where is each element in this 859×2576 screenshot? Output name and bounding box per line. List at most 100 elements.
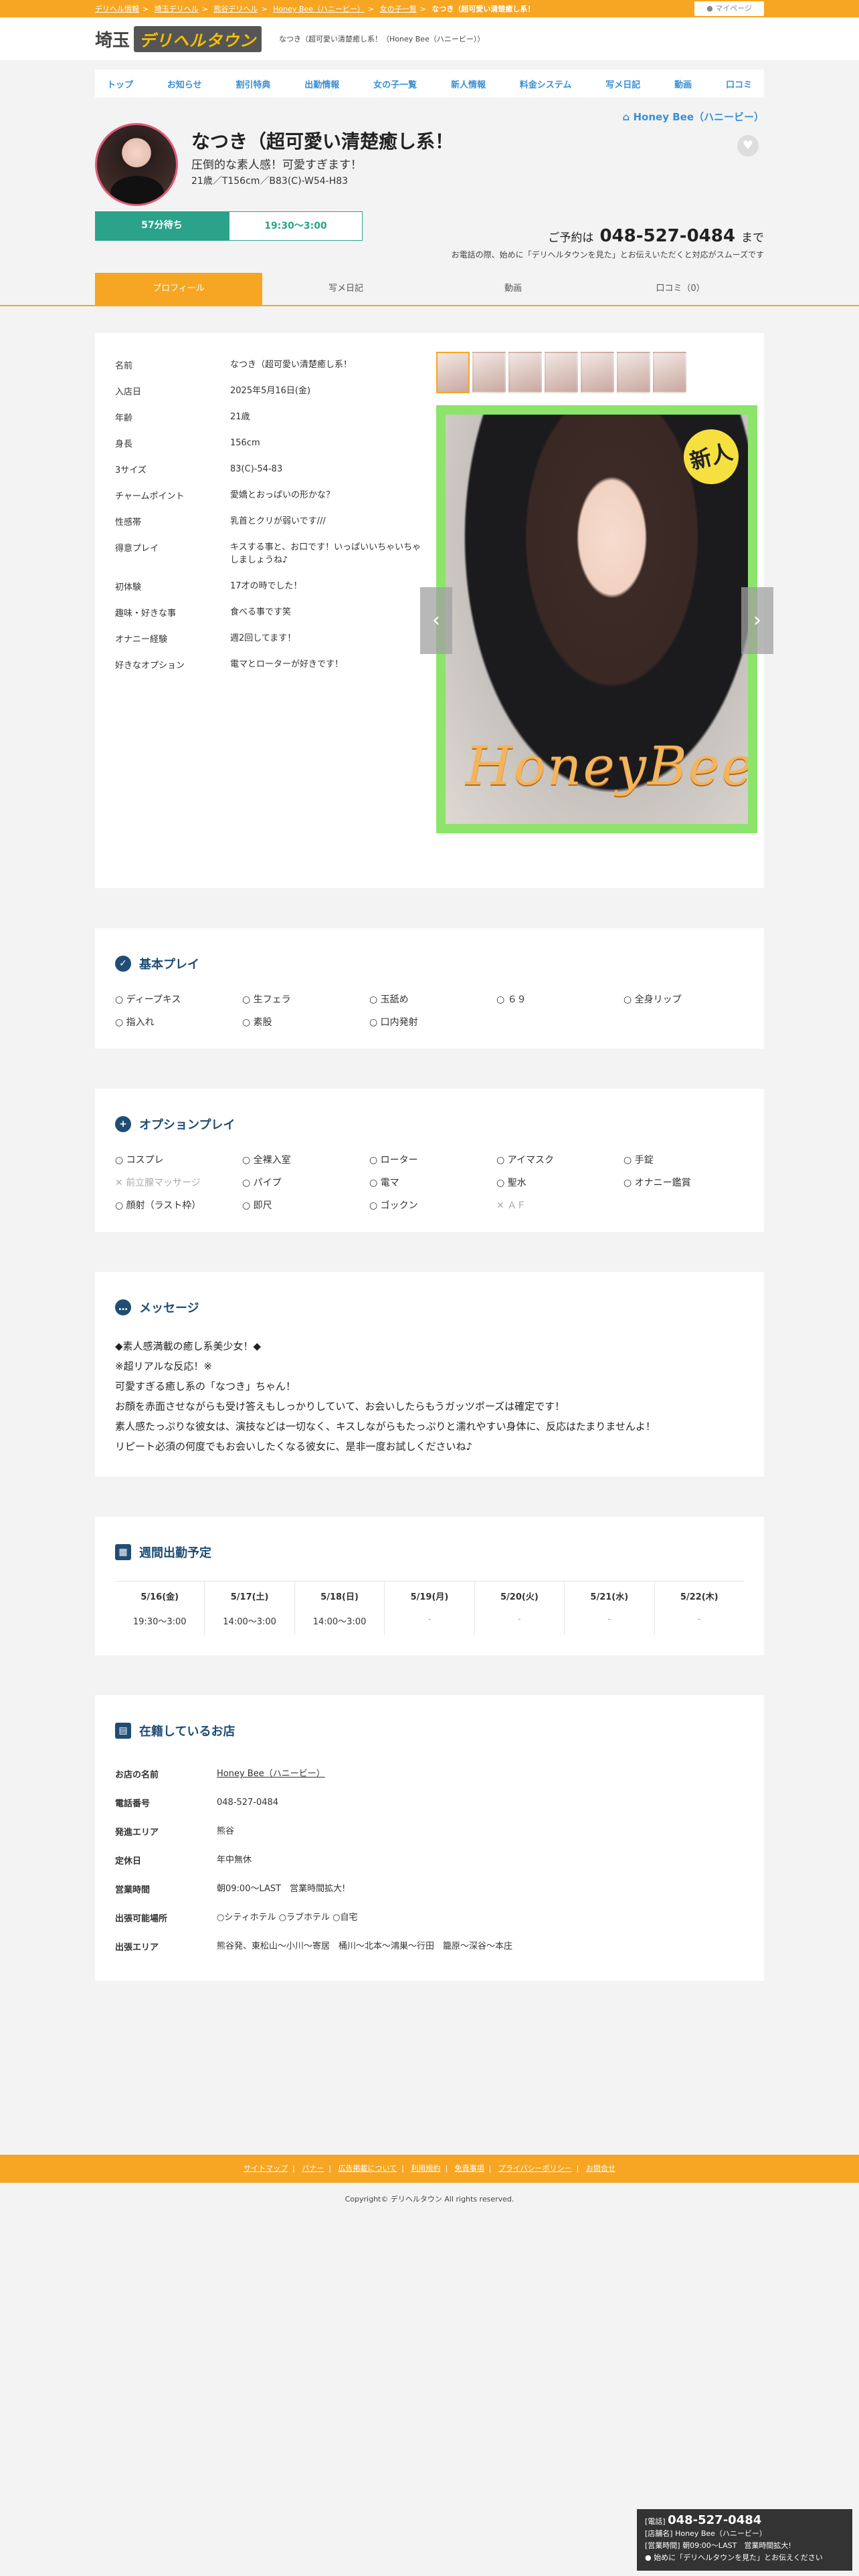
- shop-name-link[interactable]: ⌂ Honey Bee（ハニービー）: [95, 110, 764, 123]
- shop-key: お店の名前: [115, 1770, 159, 1780]
- nav-item-schedule[interactable]: 出勤情報: [298, 78, 346, 90]
- circle-icon: ○: [369, 1155, 381, 1166]
- reservation-phone[interactable]: ご予約は 048-527-0484 まで: [548, 226, 764, 246]
- nav-item-girls[interactable]: 女の子一覧: [367, 78, 423, 90]
- play-item-label: 生フェラ: [253, 994, 291, 1005]
- schedule-date: 5/22(木): [680, 1592, 719, 1602]
- detail-key: 入店日: [115, 387, 142, 397]
- profile-header: なつき（超可愛い清楚癒し系！ 圧倒的な素人感！可愛すぎます！ 21歳／T156c…: [95, 123, 764, 241]
- tab-video[interactable]: 動画: [430, 273, 597, 305]
- plus-icon: +: [115, 1116, 131, 1132]
- circle-icon: ○: [624, 1155, 635, 1166]
- next-photo-button[interactable]: ›: [741, 587, 773, 654]
- phone-number: 048-527-0484: [599, 226, 735, 246]
- section-title: … メッセージ: [115, 1299, 744, 1316]
- circle-icon: ○: [369, 1200, 381, 1211]
- breadcrumb-item[interactable]: 熊谷デリヘル: [213, 5, 258, 13]
- breadcrumb-separator: >: [142, 5, 149, 13]
- message-line: 素人感たっぷりな彼女は、演技などは一切なく、キスしながらもたっぷりと濡れやすい身…: [115, 1420, 656, 1432]
- photo-thumbnail[interactable]: [581, 352, 614, 393]
- detail-row: 得意プレイ キスする事と、お口です！いっぱいいちゃいちゃしましょうね♪: [115, 534, 423, 573]
- play-item-label: 指入れ: [126, 1017, 155, 1028]
- shop-value: ○シティホテル ○ラブホテル ○自宅: [217, 1913, 358, 1923]
- detail-value: 週2回してます！: [230, 633, 296, 643]
- reservation-note: お電話の際、始めに「デリヘルタウンを見た」とお伝えいただくと対応がスムーズです: [451, 250, 764, 259]
- tab-reviews[interactable]: 口コミ（0）: [597, 273, 764, 305]
- photo-thumbnail[interactable]: [653, 352, 686, 393]
- schedule-day: 5/22(木) -: [655, 1582, 744, 1635]
- circle-icon: ○: [242, 1155, 254, 1166]
- favorite-heart-icon[interactable]: ♥: [737, 135, 759, 156]
- shop-name-value[interactable]: Honey Bee（ハニービー）: [217, 1767, 744, 1780]
- detail-value: 電マとローターが好きです！: [230, 659, 344, 669]
- photo-thumbnail[interactable]: [436, 352, 470, 393]
- play-item: ✕ ＡＦ: [496, 1198, 624, 1212]
- photo-thumbnail[interactable]: [617, 352, 650, 393]
- circle-icon: ○: [624, 994, 635, 1005]
- nav-item-discount[interactable]: 割引特典: [229, 78, 277, 90]
- play-item-label: 顔射（ラスト枠）: [126, 1200, 201, 1211]
- shop-row: 電話番号 048-527-0484: [115, 1788, 744, 1817]
- circle-icon: ○: [369, 994, 381, 1005]
- detail-key: 名前: [115, 361, 133, 371]
- id-card-icon: ▤: [115, 1723, 131, 1739]
- nav-item-newcomers[interactable]: 新人情報: [444, 78, 492, 90]
- nav-item-diary[interactable]: 写メ日記: [599, 78, 647, 90]
- schedule-day: 5/16(金) 19:30〜3:00: [115, 1582, 205, 1635]
- schedule-date: 5/19(月): [410, 1592, 449, 1602]
- breadcrumb-separator: >: [367, 5, 375, 13]
- footer-link[interactable]: 広告掲載について: [339, 2164, 397, 2173]
- play-item: ○ 指入れ: [115, 1015, 242, 1029]
- play-item-label: ディープキス: [126, 994, 181, 1005]
- shop-key: 定休日: [115, 1856, 142, 1866]
- fixed-contact-box[interactable]: [電話] 048-527-0484 [店舗名] Honey Bee（ハニービー）…: [637, 2509, 852, 2571]
- footer-link[interactable]: 利用規約: [411, 2164, 440, 2173]
- prev-photo-button[interactable]: ‹: [420, 587, 452, 654]
- play-item: ○ 顔射（ラスト枠）: [115, 1198, 242, 1212]
- breadcrumb-item[interactable]: デリヘル情報: [95, 5, 139, 13]
- tab-profile[interactable]: プロフィール: [95, 273, 262, 305]
- footer-link[interactable]: 免責事項: [455, 2164, 484, 2173]
- nav-item-top[interactable]: トップ: [100, 78, 140, 90]
- breadcrumb-item[interactable]: 埼玉デリヘル: [155, 5, 199, 13]
- nav-item-price[interactable]: 料金システム: [513, 78, 579, 90]
- detail-row: 身長 156cm: [115, 430, 423, 456]
- shop-info-section: ▤ 在籍しているお店 お店の名前 Honey Bee（ハニービー） 電話番号 048-…: [95, 1695, 764, 1981]
- play-item-label: 全身リップ: [634, 994, 682, 1005]
- shop-row: 出張エリア 熊谷発、東松山〜小川〜寄居 桶川〜北本〜鴻巣〜行田 籠原〜深谷〜本庄: [115, 1932, 744, 1961]
- nav-item-video[interactable]: 動画: [668, 78, 698, 90]
- nav-item-news[interactable]: お知らせ: [161, 78, 209, 90]
- schedule-time: -: [518, 1614, 521, 1624]
- play-item-label: 素股: [253, 1017, 272, 1028]
- detail-row: 初体験 17才の時でした！: [115, 573, 423, 599]
- play-item: ✕ 前立腺マッサージ: [115, 1176, 242, 1189]
- schedule-day: 5/17(土) 14:00〜3:00: [205, 1582, 295, 1635]
- schedule-date: 5/21(水): [590, 1592, 629, 1602]
- site-logo[interactable]: 埼玉 デリヘルタウン: [95, 25, 262, 52]
- photo-thumbnail[interactable]: [472, 352, 506, 393]
- footer-link[interactable]: バナー: [302, 2164, 324, 2173]
- play-item: ○ 口内発射: [369, 1015, 496, 1029]
- footer-link[interactable]: プライバシーポリシー: [498, 2164, 572, 2173]
- detail-row: オナニー経験 週2回してます！: [115, 625, 423, 651]
- schedule-day: 5/21(水) -: [565, 1582, 655, 1635]
- photo-thumbnail[interactable]: [545, 352, 578, 393]
- photo-thumbnail[interactable]: [508, 352, 542, 393]
- footer-link[interactable]: お問合せ: [586, 2164, 615, 2173]
- tab-diary[interactable]: 写メ日記: [262, 273, 430, 305]
- tab-underline: [0, 305, 859, 306]
- footer-link[interactable]: サイトマップ: [244, 2164, 288, 2173]
- nav-item-reviews[interactable]: 口コミ: [719, 78, 759, 90]
- photo-image: 新人 HoneyBee: [446, 415, 748, 824]
- message-line: リピート必須の何度でもお会いしたくなる彼女に、是非一度お試しくださいね♪: [115, 1440, 473, 1453]
- breadcrumb-item[interactable]: Honey Bee（ハニービー）: [273, 5, 365, 13]
- calendar-icon: ▦: [115, 1544, 131, 1560]
- mypage-button[interactable]: ● マイページ: [694, 1, 764, 16]
- circle-icon: ○: [496, 994, 508, 1005]
- message-line: お顔を赤面させながらも受け答えもしっかりしていて、お会いしたらもうガッツポーズは…: [115, 1400, 565, 1412]
- breadcrumb-current: なつき（超可愛い清楚癒し系！: [432, 5, 535, 13]
- breadcrumb-separator: >: [201, 5, 208, 13]
- detail-key: 3サイズ: [115, 465, 147, 475]
- play-item-label: 電マ: [380, 1178, 399, 1188]
- breadcrumb-item[interactable]: 女の子一覧: [380, 5, 417, 13]
